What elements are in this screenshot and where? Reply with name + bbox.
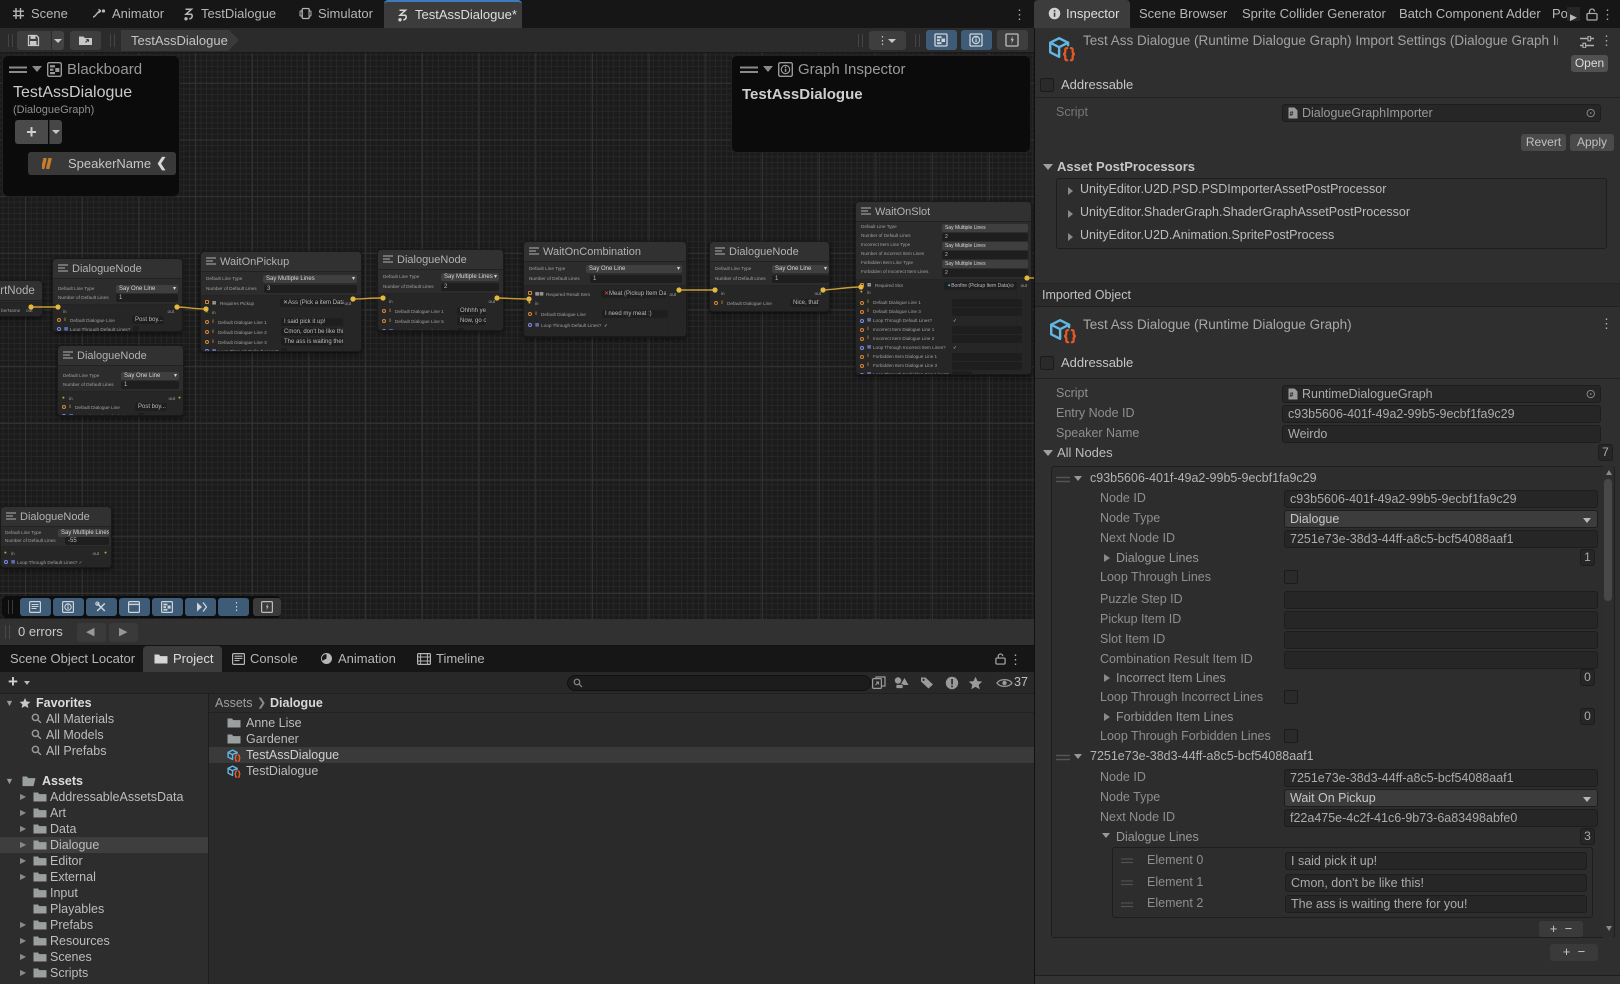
svg-text:#: # bbox=[1290, 392, 1294, 399]
svg-text:#: # bbox=[1290, 111, 1294, 118]
